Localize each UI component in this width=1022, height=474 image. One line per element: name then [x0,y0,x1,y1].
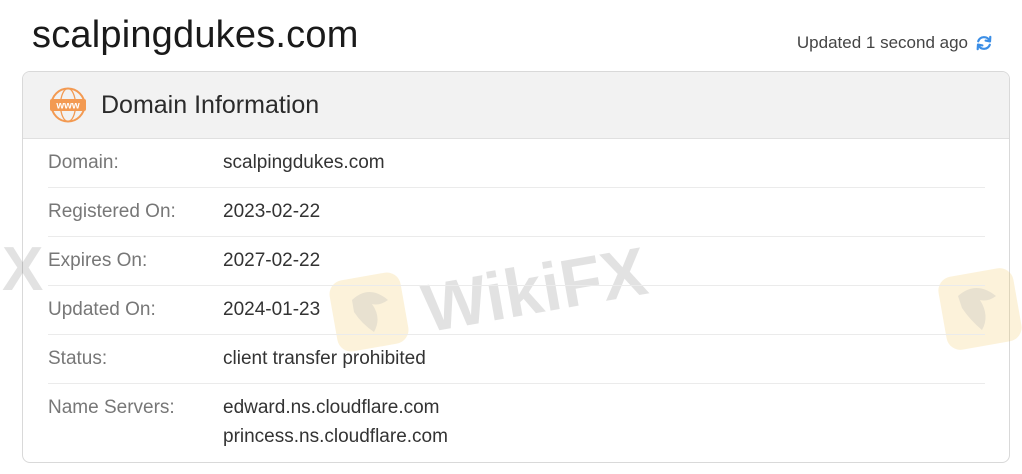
row-value: 2027-02-22 [223,250,321,271]
card-title: Domain Information [101,90,320,119]
card-header: www Domain Information [23,72,1009,139]
name-server-list: edward.ns.cloudflare.com princess.ns.clo… [223,393,448,451]
page-title: scalpingdukes.com [32,14,359,56]
name-server: princess.ns.cloudflare.com [223,426,448,447]
name-server: edward.ns.cloudflare.com [223,397,440,418]
row-label: Registered On: [48,201,176,222]
row-label: Status: [48,348,108,369]
row-registered-on: Registered On: 2023-02-22 [48,188,985,237]
row-value: client transfer prohibited [223,348,426,369]
row-expires-on: Expires On: 2027-02-22 [48,237,985,286]
row-domain: Domain: scalpingdukes.com [48,139,985,188]
row-label: Name Servers: [48,397,175,418]
update-status: Updated 1 second ago [797,33,994,53]
refresh-icon[interactable] [974,33,994,53]
row-updated-on: Updated On: 2024-01-23 [48,286,985,335]
row-label: Expires On: [48,250,148,271]
row-label: Updated On: [48,299,156,320]
row-status: Status: client transfer prohibited [48,335,985,384]
row-value: scalpingdukes.com [223,152,385,173]
www-icon: www [49,86,87,124]
row-label: Domain: [48,152,119,173]
domain-info-card: www Domain Information Domain: scalpingd… [22,71,1010,463]
www-icon-text: www [55,101,80,112]
row-value: 2024-01-23 [223,299,321,320]
updated-text: Updated 1 second ago [796,33,968,52]
row-name-servers: Name Servers: edward.ns.cloudflare.com p… [48,384,985,462]
info-rows: Domain: scalpingdukes.com Registered On:… [23,139,1009,462]
row-value: 2023-02-22 [223,201,321,222]
